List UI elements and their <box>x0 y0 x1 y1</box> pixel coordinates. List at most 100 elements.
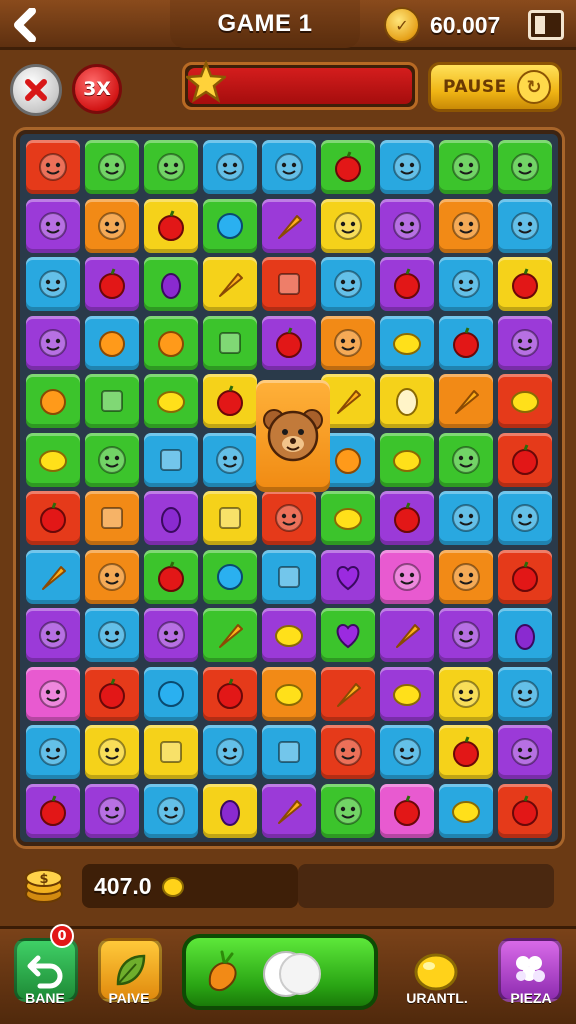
board-tile[interactable] <box>498 257 552 311</box>
board-tile[interactable] <box>144 257 198 311</box>
board-tile[interactable] <box>262 783 316 838</box>
board-tile[interactable] <box>85 198 139 253</box>
board-tile[interactable] <box>203 491 257 545</box>
board-tile[interactable] <box>439 257 493 311</box>
board-tile[interactable] <box>203 315 257 370</box>
board-tile[interactable] <box>439 725 493 779</box>
board-tile[interactable] <box>203 140 257 194</box>
board-tile[interactable] <box>26 608 80 662</box>
board-tile[interactable] <box>262 198 316 253</box>
board-tile[interactable] <box>203 608 257 662</box>
board-tile[interactable] <box>498 432 552 487</box>
board-tile[interactable] <box>26 666 80 721</box>
close-button[interactable] <box>10 64 62 116</box>
board-tile[interactable] <box>85 374 139 428</box>
board-tile[interactable] <box>321 549 375 604</box>
board-tile[interactable] <box>498 608 552 662</box>
board-tile[interactable] <box>203 198 257 253</box>
board-tile[interactable] <box>144 315 198 370</box>
board-tile[interactable] <box>380 140 434 194</box>
board-tile[interactable] <box>321 666 375 721</box>
board-tile[interactable] <box>321 257 375 311</box>
board-tile[interactable] <box>85 140 139 194</box>
board-tile[interactable] <box>498 198 552 253</box>
board-tile[interactable] <box>321 315 375 370</box>
board-tile[interactable] <box>26 783 80 838</box>
board-tile[interactable] <box>85 257 139 311</box>
board-tile[interactable] <box>439 491 493 545</box>
board-tile[interactable] <box>144 783 198 838</box>
board-tile[interactable] <box>321 608 375 662</box>
board-tile[interactable] <box>498 491 552 545</box>
board-tile[interactable] <box>380 432 434 487</box>
board-tile[interactable] <box>26 257 80 311</box>
board-tile[interactable] <box>26 725 80 779</box>
board-tile[interactable] <box>262 549 316 604</box>
board-tile[interactable] <box>439 374 493 428</box>
board-tile[interactable] <box>26 432 80 487</box>
board-tile[interactable] <box>85 666 139 721</box>
board-tile[interactable] <box>144 491 198 545</box>
menu-icon[interactable] <box>528 10 564 40</box>
board-tile[interactable] <box>26 140 80 194</box>
board-tile[interactable] <box>144 432 198 487</box>
board-tile[interactable] <box>498 549 552 604</box>
board-tile[interactable] <box>439 666 493 721</box>
board-tile[interactable] <box>26 549 80 604</box>
board-tile[interactable] <box>26 374 80 428</box>
board-tile[interactable] <box>144 549 198 604</box>
board-tile[interactable] <box>144 608 198 662</box>
board-tile[interactable] <box>262 491 316 545</box>
board-tile[interactable] <box>439 140 493 194</box>
board-tile[interactable] <box>498 783 552 838</box>
board-tile[interactable] <box>26 315 80 370</box>
board-tile[interactable] <box>498 315 552 370</box>
board-tile[interactable] <box>380 257 434 311</box>
board-tile[interactable] <box>85 549 139 604</box>
board-tile[interactable] <box>262 666 316 721</box>
board-tile[interactable] <box>380 374 434 428</box>
board-tile[interactable] <box>380 549 434 604</box>
board-tile[interactable] <box>321 140 375 194</box>
board-tile[interactable] <box>85 725 139 779</box>
board-tile[interactable] <box>380 666 434 721</box>
board-tile[interactable] <box>321 198 375 253</box>
board-tile[interactable] <box>262 315 316 370</box>
board-tile[interactable] <box>85 315 139 370</box>
board-tile[interactable] <box>26 491 80 545</box>
board-tile[interactable] <box>203 432 257 487</box>
board-tile[interactable] <box>380 198 434 253</box>
board-tile[interactable] <box>85 432 139 487</box>
bear-special-tile[interactable] <box>256 380 330 492</box>
board-tile[interactable] <box>203 257 257 311</box>
board-tile[interactable] <box>439 783 493 838</box>
board-tile[interactable] <box>498 374 552 428</box>
board-tile[interactable] <box>144 374 198 428</box>
pause-button[interactable]: PAUSE ↻ <box>428 62 562 112</box>
board-tile[interactable] <box>203 783 257 838</box>
board-tile[interactable] <box>498 725 552 779</box>
board-tile[interactable] <box>380 725 434 779</box>
board-tile[interactable] <box>26 198 80 253</box>
board-tile[interactable] <box>380 608 434 662</box>
board-tile[interactable] <box>498 140 552 194</box>
board-tile[interactable] <box>203 725 257 779</box>
board-tile[interactable] <box>262 608 316 662</box>
board-tile[interactable] <box>203 666 257 721</box>
board-tile[interactable] <box>439 315 493 370</box>
board-tile[interactable] <box>439 198 493 253</box>
board-tile[interactable] <box>144 198 198 253</box>
board-tile[interactable] <box>380 783 434 838</box>
board-tile[interactable] <box>321 491 375 545</box>
board-tile[interactable] <box>439 608 493 662</box>
board-tile[interactable] <box>144 725 198 779</box>
back-arrow-icon[interactable] <box>6 4 48 46</box>
board-tile[interactable] <box>85 783 139 838</box>
board-tile[interactable] <box>203 374 257 428</box>
board-tile[interactable] <box>144 140 198 194</box>
board-tile[interactable] <box>321 725 375 779</box>
board-tile[interactable] <box>380 315 434 370</box>
board-tile[interactable] <box>144 666 198 721</box>
board-tile[interactable] <box>262 257 316 311</box>
board-tile[interactable] <box>380 491 434 545</box>
